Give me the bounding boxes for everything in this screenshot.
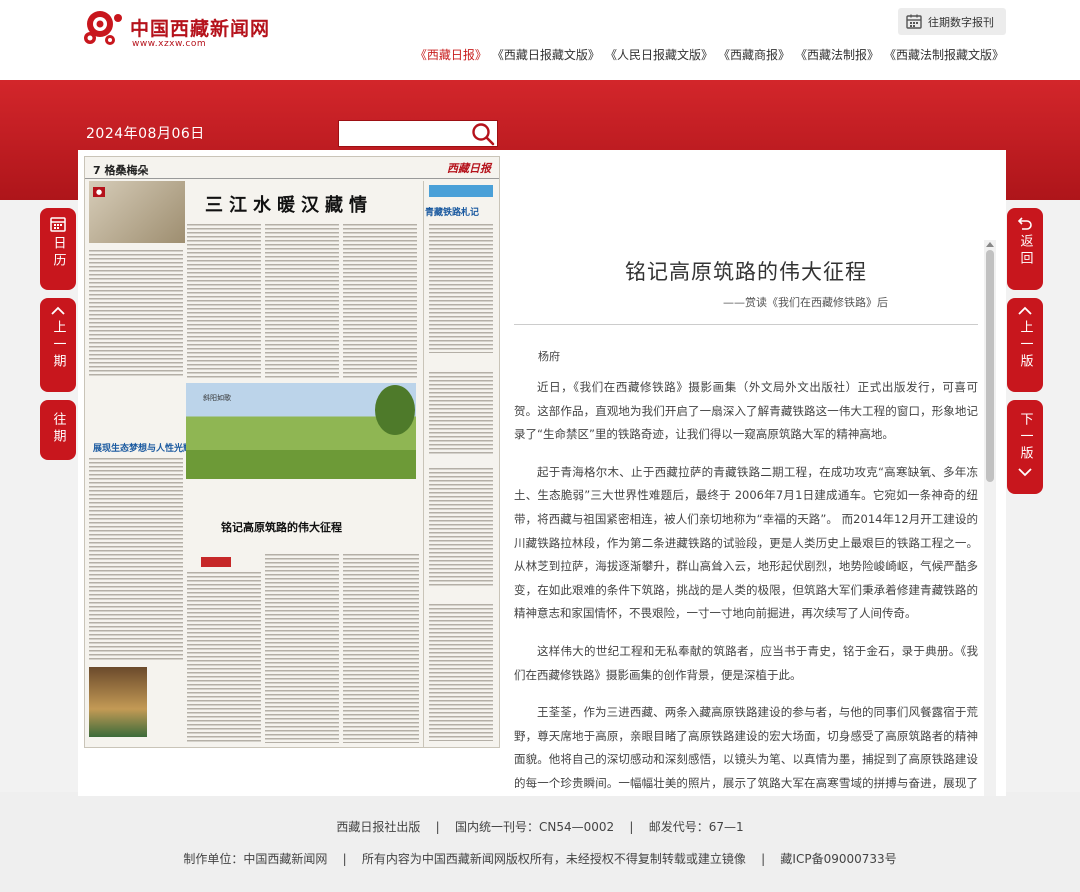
article-paragraph: 近日，《我们在西藏修铁路》摄影画集（外文局外文出版社）正式出版发行，可喜可贺。这…: [514, 380, 978, 442]
nav-xizang-business[interactable]: 《西藏商报》: [718, 46, 790, 63]
paper-masthead: 西藏日报: [447, 162, 491, 175]
calendar-icon: [50, 217, 66, 232]
paper-text-block: [343, 553, 419, 743]
paper-text-block: [187, 571, 261, 743]
prev-issue-button[interactable]: 上一期: [40, 298, 76, 392]
chevron-up-icon: [1018, 306, 1032, 315]
chevron-up-icon: [51, 306, 65, 315]
prev-page-label: 上一版: [1017, 320, 1033, 371]
archive-label: 往期: [50, 412, 66, 446]
title-divider: [514, 324, 978, 325]
back-label: 返回: [1017, 234, 1033, 268]
chevron-down-icon: [1018, 468, 1032, 477]
newspaper-page-thumbnail[interactable]: 7 格桑梅朵 西藏日报 ● 三江水暖汉藏情 展现生态梦想与人性光辉 斜阳如歌 铭…: [84, 156, 500, 748]
article: 铭记高原筑路的伟大征程 ——赏读《我们在西藏修铁路》后 杨府 近日，《我们在西藏…: [514, 238, 978, 794]
paper-text-block: [343, 223, 417, 379]
footer-publication-info: 西藏日报社出版 | 国内统一刊号：CN54—0002 | 邮发代号：67—1: [336, 820, 744, 834]
paper-text-block: [429, 371, 493, 455]
paper-feature-title[interactable]: 铭记高原筑路的伟大征程: [221, 519, 342, 535]
archive-button-label: 往期数字报刊: [928, 15, 994, 29]
nav-xizang-legal[interactable]: 《西藏法制报》: [795, 46, 879, 63]
paper-headline[interactable]: 三江水暖汉藏情: [205, 191, 373, 217]
paper-text-block: [187, 223, 261, 379]
calendar-button-label: 日历: [50, 236, 66, 270]
article-author: 杨府: [538, 350, 560, 363]
article-title: 铭记高原筑路的伟大征程: [625, 260, 867, 284]
search-box: [338, 120, 498, 147]
logo-url: www.xzxw.com: [132, 39, 207, 49]
paper-text-block: [89, 249, 183, 377]
left-feature-title[interactable]: 展现生态梦想与人性光辉: [93, 441, 192, 454]
prev-issue-label: 上一期: [50, 320, 66, 371]
search-icon[interactable]: [471, 122, 495, 146]
nav-xizang-daily-tibetan[interactable]: 《西藏日报藏文版》: [492, 46, 600, 63]
site-header: 中国西藏新闻网 www.xzxw.com 往期数字报刊 《西藏日报》 《西藏日报…: [0, 0, 1080, 80]
paper-text-block: [265, 553, 339, 743]
nav-xizang-legal-tibetan[interactable]: 《西藏法制报藏文版》: [884, 46, 1004, 63]
archive-issues-button[interactable]: 往期数字报刊: [898, 8, 1006, 35]
scroll-up-arrow[interactable]: [986, 242, 994, 247]
column-logo: [201, 557, 231, 567]
article-paragraph: 起于青海格尔木、止于西藏拉萨的青藏铁路二期工程，在成功攻克“高寒缺氧、多年冻土、…: [514, 464, 978, 621]
content-panel: 7 格桑梅朵 西藏日报 ● 三江水暖汉藏情 展现生态梦想与人性光辉 斜阳如歌 铭…: [78, 150, 1006, 796]
logo-icon: [84, 11, 122, 45]
article-body: 近日，《我们在西藏修铁路》摄影画集（外文局外文出版社）正式出版发行，可喜可贺。这…: [514, 376, 978, 794]
calendar-button[interactable]: 日历: [40, 208, 76, 290]
calendar-icon: [906, 14, 922, 29]
footer-copyright: 制作单位：中国西藏新闻网 | 所有内容为中国西藏新闻网版权所有，未经授权不得复制…: [183, 852, 897, 866]
nav-xizang-daily[interactable]: 《西藏日报》: [415, 46, 487, 63]
paper-page-label: 7 格桑梅朵: [93, 164, 149, 177]
paper-text-block: [89, 457, 183, 661]
dance-photo: [89, 667, 147, 737]
nav-people-daily-tibetan[interactable]: 《人民日报藏文版》: [605, 46, 713, 63]
site-logo[interactable]: 中国西藏新闻网 www.xzxw.com: [80, 4, 280, 56]
left-feature-header: [89, 385, 183, 417]
paper-text-block: [429, 603, 493, 741]
article-subtitle: ——赏读《我们在西藏修铁路》后: [723, 296, 888, 309]
photo-caption: 斜阳如歌: [203, 394, 231, 402]
archive-button[interactable]: 往期: [40, 400, 76, 460]
paper-nav: 《西藏日报》 《西藏日报藏文版》 《人民日报藏文版》 《西藏商报》 《西藏法制报…: [352, 46, 1004, 63]
paper-text-block: [429, 467, 493, 587]
scroll-thumb[interactable]: [986, 250, 994, 482]
back-button[interactable]: 返回: [1007, 208, 1043, 290]
logo-name: 中国西藏新闻网: [130, 18, 271, 40]
article-scrollbar[interactable]: [984, 240, 996, 796]
paper-text-block: [429, 223, 493, 353]
article-paragraph: 这样伟大的世纪工程和无私奉献的筑路者，应当书于青史，铭于金石，录于典册。《我们在…: [514, 643, 978, 682]
next-page-label: 下一版: [1017, 412, 1033, 463]
article-paragraph: 王荃荃，作为三进西藏、两条入藏高原铁路建设的参与者，与他的同事们风餐露宿于荒野，…: [514, 705, 978, 790]
paper-text-block: [265, 223, 339, 379]
next-page-button[interactable]: 下一版: [1007, 400, 1043, 494]
prev-page-button[interactable]: 上一版: [1007, 298, 1043, 392]
sidebar-title[interactable]: 青藏铁路札记: [425, 205, 479, 218]
search-input[interactable]: [339, 121, 469, 146]
photo-tree: [375, 385, 415, 435]
paper-header: 7 格桑梅朵 西藏日报: [85, 157, 499, 179]
sidebar-brand-mark: [429, 185, 493, 197]
issue-date: 2024年08月06日: [86, 126, 205, 142]
column-header-label: ●: [93, 187, 106, 197]
return-icon: [1017, 217, 1032, 230]
